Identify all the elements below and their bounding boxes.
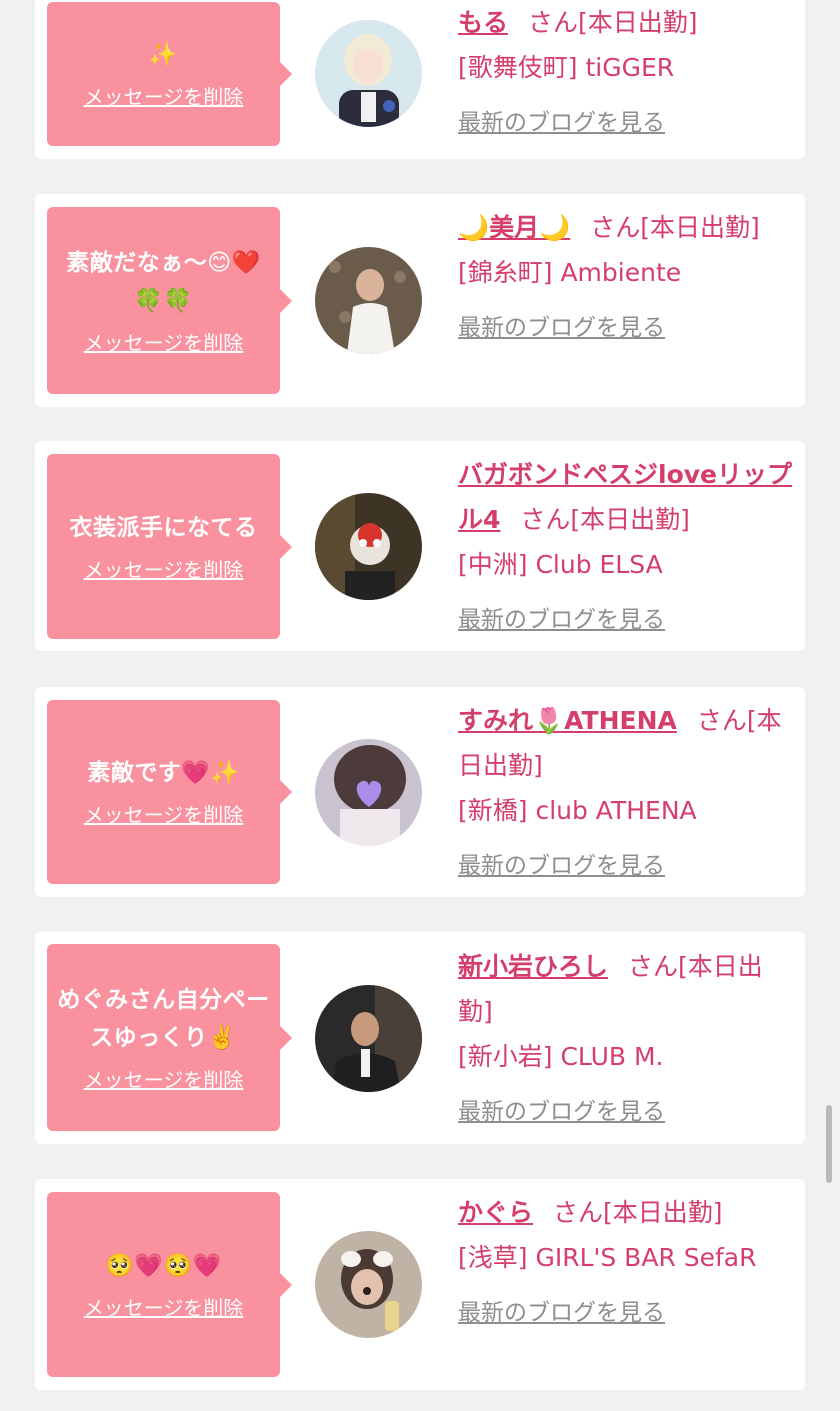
view-blog-link[interactable]: 最新のブログを見る bbox=[458, 598, 665, 643]
san-suffix: さん bbox=[628, 952, 679, 981]
avatar-image bbox=[315, 247, 422, 354]
avatar-image bbox=[315, 739, 422, 846]
shop-label: [新小岩] CLUB M. bbox=[458, 1042, 664, 1071]
san-suffix: さん bbox=[553, 1198, 604, 1227]
cast-name-link[interactable]: 🌙美月🌙 bbox=[458, 213, 570, 242]
avatar[interactable] bbox=[315, 739, 422, 846]
message-text: 衣装派手になてる bbox=[69, 514, 258, 541]
delete-message-link[interactable]: メッセージを削除 bbox=[84, 555, 244, 585]
shop-label: [歌舞伎町] tiGGER bbox=[458, 53, 675, 82]
shop-label: [新橋] club ATHENA bbox=[458, 796, 697, 825]
avatar[interactable] bbox=[315, 1231, 422, 1338]
message-text: ✨ bbox=[148, 42, 179, 68]
message-card: 素敵です💗✨ メッセージを削除 すみれ🌷ATHENA さん[本日出勤] [新橋] … bbox=[35, 687, 805, 897]
delete-message-link[interactable]: メッセージを削除 bbox=[84, 1065, 244, 1095]
shop-label: [浅草] GIRL'S BAR SefaR bbox=[458, 1243, 757, 1272]
view-blog-link[interactable]: 最新のブログを見る bbox=[458, 101, 665, 146]
message-card: めぐみさん自分ペースゆっくり✌️ メッセージを削除 新小岩ひろし さん[本日出勤]… bbox=[35, 932, 805, 1144]
message-text: 素敵だなぁ〜😊❤️🍀🍀 bbox=[66, 249, 261, 314]
cast-name-link[interactable]: もる bbox=[458, 8, 508, 37]
view-blog-link[interactable]: 最新のブログを見る bbox=[458, 1291, 665, 1336]
message-text: 素敵です💗✨ bbox=[87, 760, 240, 786]
avatar-image bbox=[315, 985, 422, 1092]
message-bubble: 衣装派手になてる メッセージを削除 bbox=[47, 454, 292, 639]
cast-info: すみれ🌷ATHENA さん[本日出勤] [新橋] club ATHENA 最新のブ… bbox=[458, 698, 793, 889]
avatar-image bbox=[315, 493, 422, 600]
cast-name-link[interactable]: すみれ🌷ATHENA bbox=[458, 706, 677, 735]
message-bubble: ✨ メッセージを削除 bbox=[47, 2, 292, 146]
status-label: [本日出勤] bbox=[578, 8, 698, 37]
avatar[interactable] bbox=[315, 493, 422, 600]
avatar[interactable] bbox=[315, 985, 422, 1092]
shop-label: [中洲] Club ELSA bbox=[458, 550, 663, 579]
message-feed: ✨ メッセージを削除 もる さん[本日出勤] [歌舞伎町] tiGGER 最新のブ… bbox=[0, 0, 840, 1411]
delete-message-link[interactable]: メッセージを削除 bbox=[84, 800, 244, 830]
message-bubble: めぐみさん自分ペースゆっくり✌️ メッセージを削除 bbox=[47, 944, 292, 1131]
cast-info: かぐら さん[本日出勤] [浅草] GIRL'S BAR SefaR 最新のブログ… bbox=[458, 1190, 793, 1336]
message-text: 🥺💗🥺💗 bbox=[105, 1252, 222, 1279]
message-card: 衣装派手になてる メッセージを削除 バガボンドペスジloveリップル4 さん[本日… bbox=[35, 441, 805, 651]
status-label: [本日出勤] bbox=[640, 213, 760, 242]
cast-info: もる さん[本日出勤] [歌舞伎町] tiGGER 最新のブログを見る bbox=[458, 0, 793, 146]
cast-info: バガボンドペスジloveリップル4 さん[本日出勤] [中洲] Club ELSA… bbox=[458, 452, 793, 643]
message-card: 🥺💗🥺💗 メッセージを削除 かぐら さん[本日出勤] [浅草] GIRL'S BA… bbox=[35, 1179, 805, 1390]
delete-message-link[interactable]: メッセージを削除 bbox=[84, 328, 244, 358]
cast-info: 🌙美月🌙 さん[本日出勤] [錦糸町] Ambiente 最新のブログを見る bbox=[458, 205, 793, 351]
avatar-image bbox=[315, 1231, 422, 1338]
scrollbar[interactable] bbox=[826, 1105, 832, 1183]
san-suffix: さん bbox=[590, 213, 641, 242]
message-card: 素敵だなぁ〜😊❤️🍀🍀 メッセージを削除 🌙美月🌙 さん[本日出勤] [錦糸町] … bbox=[35, 194, 805, 407]
view-blog-link[interactable]: 最新のブログを見る bbox=[458, 306, 665, 351]
view-blog-link[interactable]: 最新のブログを見る bbox=[458, 1090, 665, 1135]
message-bubble: 🥺💗🥺💗 メッセージを削除 bbox=[47, 1192, 292, 1377]
cast-name-link[interactable]: 新小岩ひろし bbox=[458, 952, 608, 981]
cast-name-link[interactable]: かぐら bbox=[458, 1198, 533, 1227]
shop-label: [錦糸町] Ambiente bbox=[458, 258, 682, 287]
status-label: [本日出勤] bbox=[570, 505, 690, 534]
view-blog-link[interactable]: 最新のブログを見る bbox=[458, 844, 665, 889]
san-suffix: さん bbox=[520, 505, 571, 534]
status-label: [本日出勤] bbox=[603, 1198, 723, 1227]
message-bubble: 素敵です💗✨ メッセージを削除 bbox=[47, 700, 292, 884]
avatar[interactable] bbox=[315, 247, 422, 354]
delete-message-link[interactable]: メッセージを削除 bbox=[84, 82, 244, 112]
avatar[interactable] bbox=[315, 20, 422, 127]
avatar-image bbox=[315, 20, 422, 127]
san-suffix: さん bbox=[528, 8, 579, 37]
message-text: めぐみさん自分ペースゆっくり✌️ bbox=[57, 986, 270, 1051]
message-bubble: 素敵だなぁ〜😊❤️🍀🍀 メッセージを削除 bbox=[47, 207, 292, 394]
message-card: ✨ メッセージを削除 もる さん[本日出勤] [歌舞伎町] tiGGER 最新のブ… bbox=[35, 0, 805, 159]
san-suffix: さん bbox=[696, 706, 747, 735]
cast-info: 新小岩ひろし さん[本日出勤] [新小岩] CLUB M. 最新のブログを見る bbox=[458, 944, 793, 1135]
delete-message-link[interactable]: メッセージを削除 bbox=[84, 1293, 244, 1323]
